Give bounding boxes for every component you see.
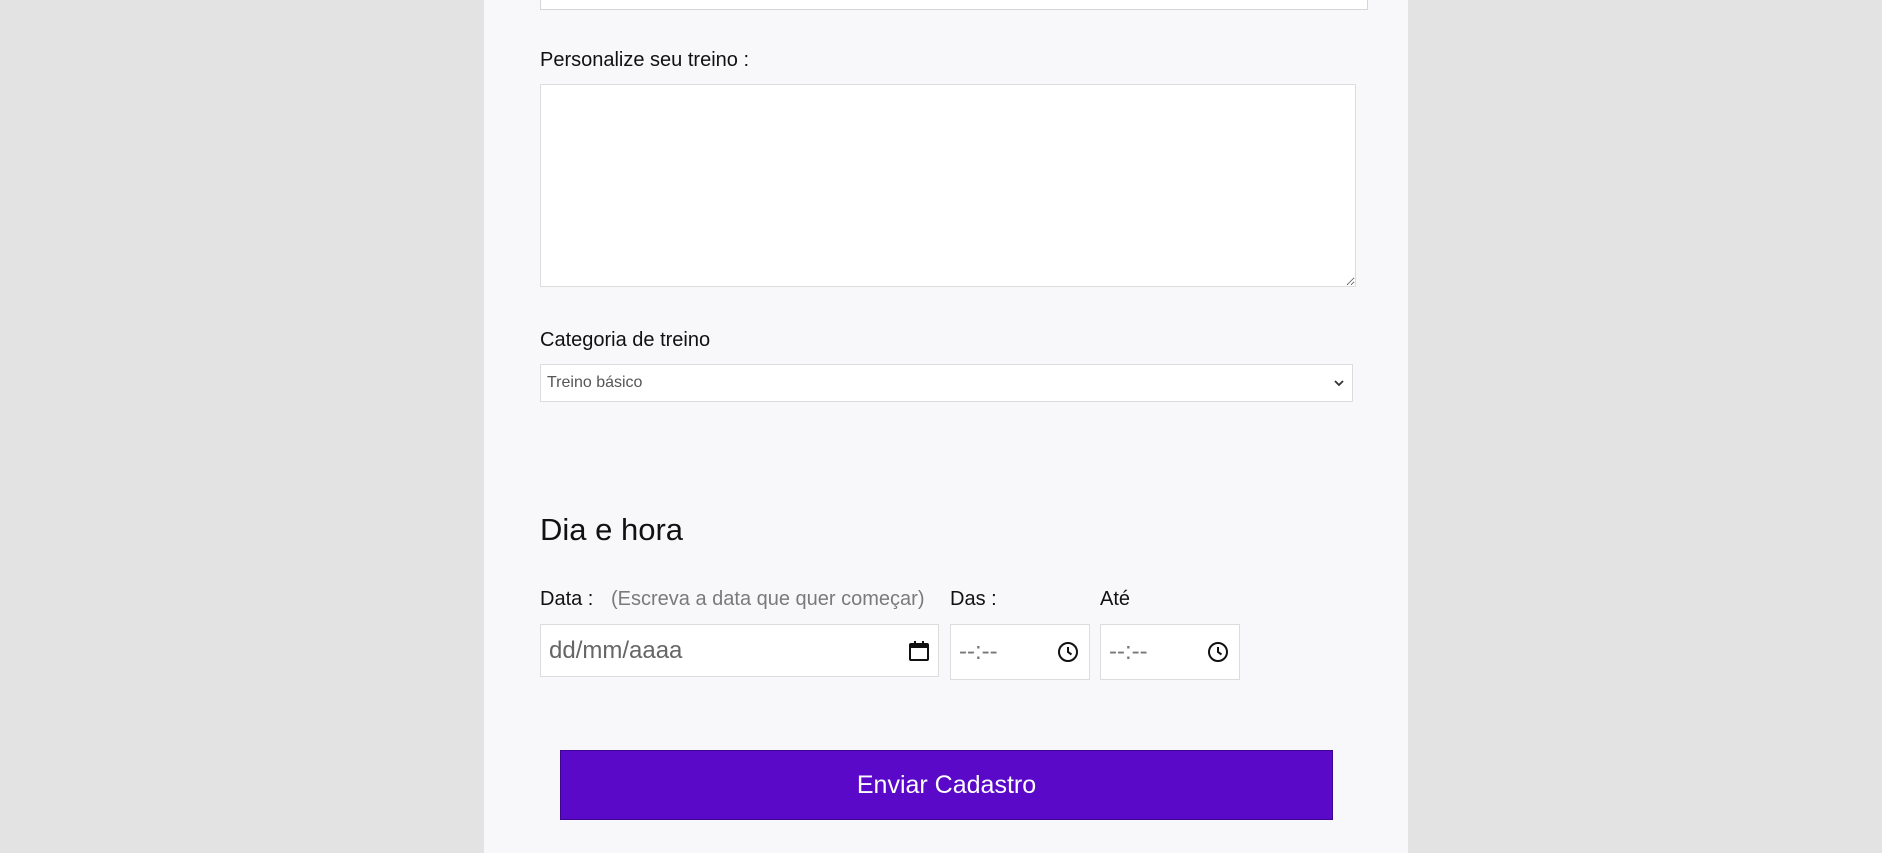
to-time-input[interactable]: --:--	[1100, 624, 1240, 680]
from-time-input[interactable]: --:--	[950, 624, 1090, 680]
date-hint: (Escreva a data que quer começar)	[611, 588, 925, 610]
clock-icon[interactable]	[1057, 641, 1079, 663]
clock-icon[interactable]	[1207, 641, 1229, 663]
to-time-placeholder: --:--	[1109, 638, 1148, 665]
to-time-label: Até	[1100, 588, 1131, 610]
date-placeholder: dd/mm/aaaa	[549, 636, 683, 664]
schedule-title: Dia e hora	[540, 512, 684, 547]
category-label: Categoria de treino	[540, 329, 711, 351]
category-select[interactable]: Treino básico	[540, 364, 1353, 402]
chevron-down-icon	[1334, 380, 1344, 387]
form-panel: Personalize seu treino : Categoria de tr…	[484, 0, 1408, 853]
submit-button[interactable]: Enviar Cadastro	[560, 750, 1333, 820]
from-time-placeholder: --:--	[959, 638, 998, 665]
calendar-icon[interactable]	[908, 640, 930, 662]
previous-field-input[interactable]	[540, 0, 1368, 10]
customize-label: Personalize seu treino :	[540, 49, 750, 71]
date-input[interactable]: dd/mm/aaaa	[540, 624, 939, 677]
from-time-label: Das :	[950, 588, 997, 610]
date-label: Data :	[540, 588, 594, 610]
category-selected-value: Treino básico	[547, 374, 643, 391]
customize-textarea[interactable]	[540, 84, 1356, 287]
